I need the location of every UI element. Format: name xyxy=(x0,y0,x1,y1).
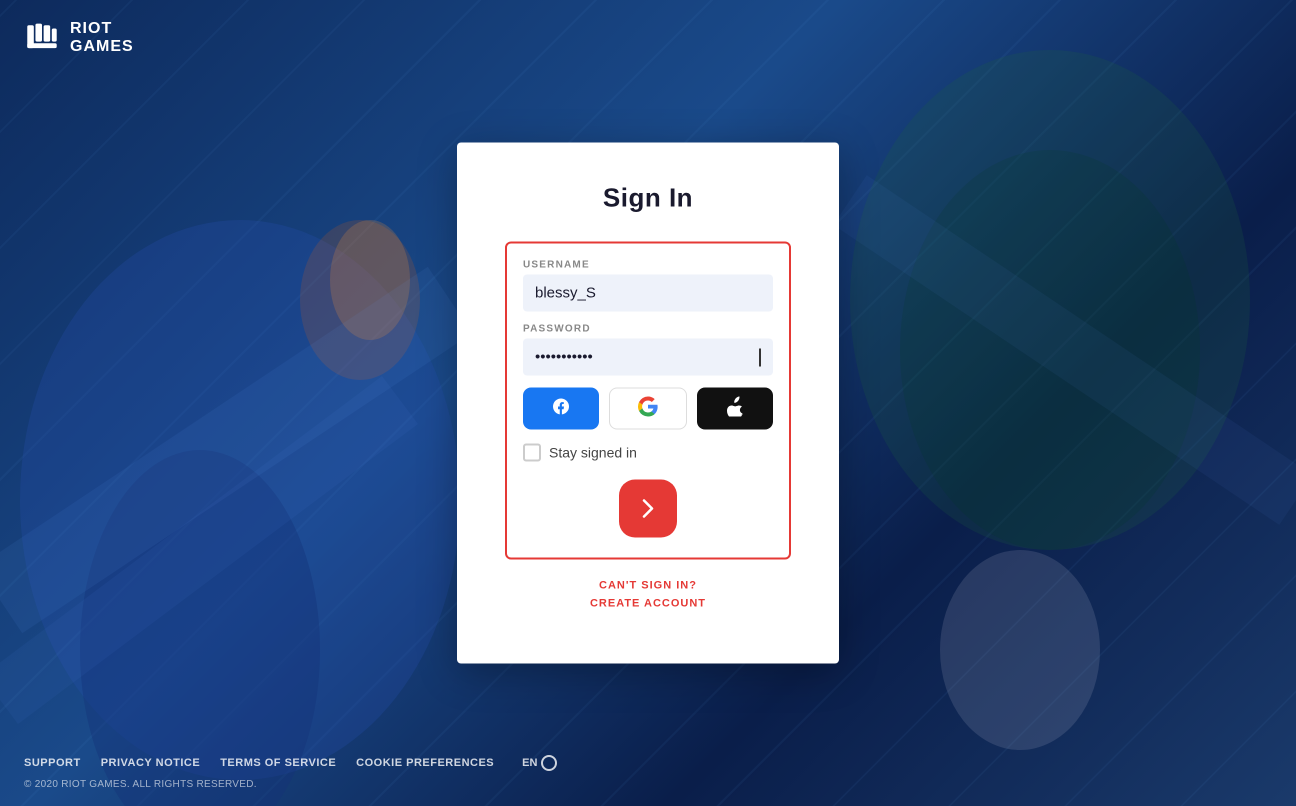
cant-sign-in-link[interactable]: CAN'T SIGN IN? xyxy=(505,580,791,592)
password-input[interactable] xyxy=(523,339,773,376)
lang-label: EN xyxy=(522,757,537,769)
password-cursor xyxy=(759,348,761,366)
riot-games-logo: RIOT GAMES xyxy=(24,20,134,55)
logo-icon xyxy=(24,22,60,54)
password-wrapper xyxy=(523,339,773,376)
footer-links: SUPPORT PRIVACY NOTICE TERMS OF SERVICE … xyxy=(24,755,1272,771)
footer: SUPPORT PRIVACY NOTICE TERMS OF SERVICE … xyxy=(0,739,1296,806)
stay-signed-in-area: Stay signed in xyxy=(523,444,773,462)
create-account-link[interactable]: CREATE ACCOUNT xyxy=(505,598,791,610)
password-label: PASSWORD xyxy=(523,324,773,335)
footer-support[interactable]: SUPPORT xyxy=(24,757,81,769)
google-login-button[interactable] xyxy=(609,388,687,430)
form-area: USERNAME PASSWORD xyxy=(505,242,791,560)
arrow-right-icon xyxy=(636,497,660,521)
google-icon xyxy=(638,396,658,421)
sign-in-button[interactable] xyxy=(619,480,677,538)
username-group: USERNAME xyxy=(523,260,773,312)
footer-cookies[interactable]: COOKIE PREFERENCES xyxy=(356,757,494,769)
card-links: CAN'T SIGN IN? CREATE ACCOUNT xyxy=(505,580,791,610)
apple-login-button[interactable] xyxy=(697,388,773,430)
facebook-login-button[interactable] xyxy=(523,388,599,430)
password-group: PASSWORD xyxy=(523,324,773,376)
apple-icon xyxy=(725,396,745,421)
submit-area xyxy=(523,480,773,538)
card-title: Sign In xyxy=(505,183,791,214)
language-selector[interactable]: EN xyxy=(522,755,557,771)
logo-text: RIOT GAMES xyxy=(70,20,134,55)
stay-signed-in-checkbox[interactable] xyxy=(523,444,541,462)
copyright: © 2020 RIOT GAMES. ALL RIGHTS RESERVED. xyxy=(24,779,1272,790)
footer-privacy[interactable]: PRIVACY NOTICE xyxy=(101,757,201,769)
footer-tos[interactable]: TERMS OF SERVICE xyxy=(220,757,336,769)
username-input[interactable] xyxy=(523,275,773,312)
username-label: USERNAME xyxy=(523,260,773,271)
globe-icon xyxy=(541,755,557,771)
login-card: Sign In USERNAME PASSWORD xyxy=(457,143,839,664)
social-login-area xyxy=(523,388,773,430)
stay-signed-in-label: Stay signed in xyxy=(549,445,637,461)
facebook-icon xyxy=(551,396,571,421)
